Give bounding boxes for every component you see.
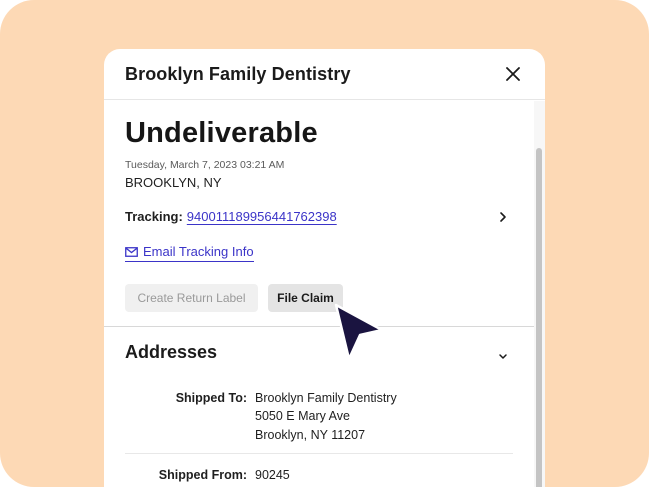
section-divider [104, 326, 534, 327]
chevron-right-icon [500, 212, 506, 222]
shipped-to-line: Brooklyn Family Dentistry [255, 391, 397, 405]
file-claim-button[interactable]: File Claim [268, 284, 343, 312]
create-return-label-button[interactable]: Create Return Label [125, 284, 258, 312]
mouse-pointer-icon [334, 303, 384, 361]
close-button[interactable] [503, 64, 523, 84]
addresses-toggle[interactable] [498, 348, 508, 359]
background: Brooklyn Family Dentistry Undeliverable … [0, 0, 649, 487]
status-timestamp: Tuesday, March 7, 2023 03:21 AM [125, 159, 285, 171]
shipment-details-panel: Brooklyn Family Dentistry Undeliverable … [104, 49, 545, 487]
status-location: BROOKLYN, NY [125, 175, 222, 190]
chevron-down-icon [499, 354, 507, 359]
addresses-heading: Addresses [125, 342, 218, 362]
address-divider [125, 453, 513, 454]
shipped-to-line: 5050 E Mary Ave [255, 409, 350, 423]
email-tracking-label: Email Tracking Info [143, 244, 254, 259]
close-icon [506, 67, 520, 81]
panel-title: Brooklyn Family Dentistry [125, 64, 351, 84]
mail-icon [125, 246, 138, 257]
shipped-to-line: Brooklyn, NY 11207 [255, 428, 366, 442]
panel-header: Brooklyn Family Dentistry [104, 49, 545, 100]
tracking-row: Tracking: 940011189956441762398 [125, 209, 337, 224]
email-tracking-link[interactable]: Email Tracking Info [125, 244, 254, 262]
scrollbar-thumb[interactable] [536, 148, 542, 487]
shipped-to-label: Shipped To: [175, 391, 247, 405]
shipped-from-value: 90245 [255, 468, 290, 482]
shipment-status: Undeliverable [125, 117, 318, 149]
tracking-number-link[interactable]: 940011189956441762398 [187, 209, 337, 224]
shipped-from-label: Shipped From: [158, 468, 247, 482]
tracking-details-button[interactable] [498, 210, 508, 222]
tracking-label: Tracking: [125, 209, 183, 224]
